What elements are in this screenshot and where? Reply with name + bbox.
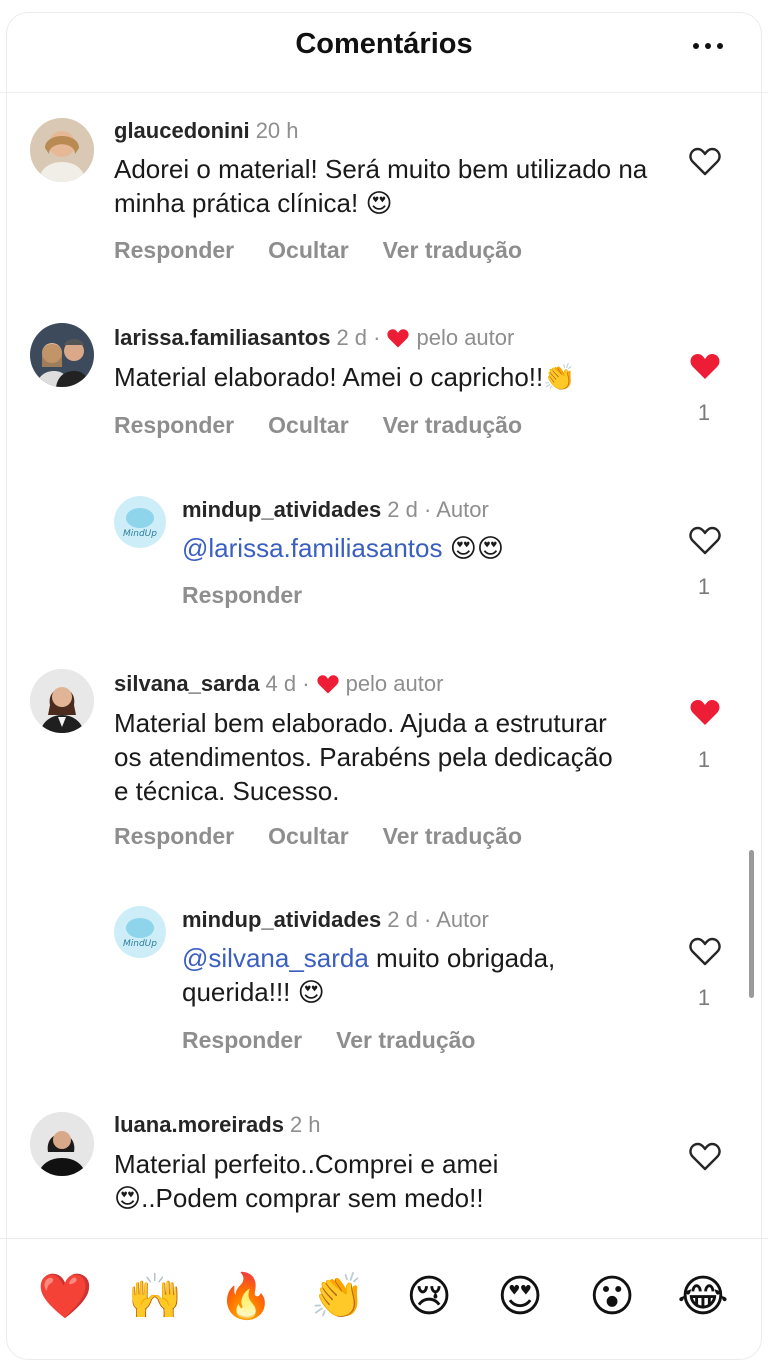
like-count: 1 [697,574,711,599]
reply-button[interactable]: Responder [114,412,234,439]
reply-button[interactable]: Responder [114,237,234,264]
comment-time: 2 h [289,1112,321,1137]
comment-time: 2 d · [336,325,381,350]
comment-text: Material perfeito..Comprei e amei 😍..Pod… [114,1149,499,1213]
avatar[interactable] [30,323,94,387]
reaction-fire[interactable]: 🔥 [216,1267,276,1327]
comment-actions: Responder Ver tradução [182,1027,475,1054]
mention-link[interactable]: @silvana_sarda [182,943,369,973]
hide-button[interactable]: Ocultar [268,237,349,264]
reaction-clap[interactable]: 👏 [308,1267,368,1327]
mindup-logo-text: MindUp [123,529,157,539]
username[interactable]: mindup_atividades [182,497,381,523]
comment-actions: Responder Ocultar Ver tradução [114,237,522,264]
author-liked-heart-icon [316,675,339,694]
like-count: 1 [697,400,711,425]
reaction-crying[interactable]: 😢 [399,1267,459,1327]
liked-by-author-badge: pelo autor [416,325,515,350]
mindup-logo-text: MindUp [123,939,157,949]
username[interactable]: glaucedonini [114,118,250,144]
page-title: Comentários [295,28,473,60]
heart-icon [689,1142,721,1171]
comment-actions: Responder Ocultar Ver tradução [114,412,522,439]
like-count: 1 [697,747,711,772]
hide-button[interactable]: Ocultar [268,823,349,850]
heart-icon [689,937,721,966]
like-button[interactable] [688,525,722,555]
comments-sheet: Comentários glaucedonini 20 h Adorei o m… [0,0,768,1365]
comment-text: @silvana_sarda muito obrigada, querida!!… [182,941,642,1009]
heart-icon [690,354,720,379]
avatar[interactable]: MindUp [114,496,166,548]
heart-icon [689,147,721,176]
comment-text: Material bem elaborado. Ajuda a estrutur… [114,708,613,806]
reaction-laughing[interactable]: 😂 [673,1267,733,1327]
mention-link[interactable]: @larissa.familiasantos [182,533,442,563]
comment-actions: Responder Ocultar Ver tradução [114,823,522,850]
reaction-raised-hands[interactable]: 🙌 [125,1267,185,1327]
comment-text-body: 😍😍 [442,533,504,563]
comment-time: 2 d · Autor [387,907,489,932]
reaction-surprised[interactable]: 😮 [582,1267,642,1327]
like-count: 1 [697,985,711,1010]
comment-time: 4 d · [265,671,310,696]
heart-icon [689,526,721,555]
reply-button[interactable]: Responder [182,582,302,609]
heart-icon [690,700,720,725]
like-button[interactable] [688,146,722,176]
like-button[interactable] [688,1141,722,1171]
username[interactable]: silvana_sarda [114,671,260,697]
username[interactable]: mindup_atividades [182,907,381,933]
avatar[interactable] [30,669,94,733]
reaction-heart[interactable]: ❤️ [35,1267,95,1327]
reply-button[interactable]: Responder [182,1027,302,1054]
username[interactable]: luana.moreirads [114,1112,284,1138]
see-translation-button[interactable]: Ver tradução [383,237,522,264]
quick-reactions-bar: ❤️ 🙌 🔥 👏 😢 😍 😮 😂 [0,1238,768,1365]
see-translation-button[interactable]: Ver tradução [383,412,522,439]
header: Comentários [0,0,768,93]
comment-actions: Responder [182,582,302,609]
avatar[interactable] [30,118,94,182]
liked-by-author-badge: pelo autor [345,671,444,696]
reaction-heart-eyes[interactable]: 😍 [490,1267,550,1327]
like-button[interactable] [688,351,722,381]
more-options-icon[interactable] [690,37,726,55]
username[interactable]: larissa.familiasantos [114,325,330,351]
see-translation-button[interactable]: Ver tradução [336,1027,475,1054]
avatar[interactable]: MindUp [114,906,166,958]
hide-button[interactable]: Ocultar [268,412,349,439]
reply-button[interactable]: Responder [114,823,234,850]
comment-text: Material elaborado! Amei o capricho!!👏 [114,362,576,392]
avatar[interactable] [30,1112,94,1176]
comment-time: 20 h [255,118,299,143]
scrollbar[interactable] [749,850,754,998]
like-button[interactable] [688,697,722,727]
comment-text: Adorei o material! Será muito bem utiliz… [114,154,648,218]
like-button[interactable] [688,936,722,966]
see-translation-button[interactable]: Ver tradução [383,823,522,850]
comment-text: @larissa.familiasantos 😍😍 [182,531,662,565]
author-liked-heart-icon [387,329,410,348]
comment-time: 2 d · Autor [387,497,489,522]
